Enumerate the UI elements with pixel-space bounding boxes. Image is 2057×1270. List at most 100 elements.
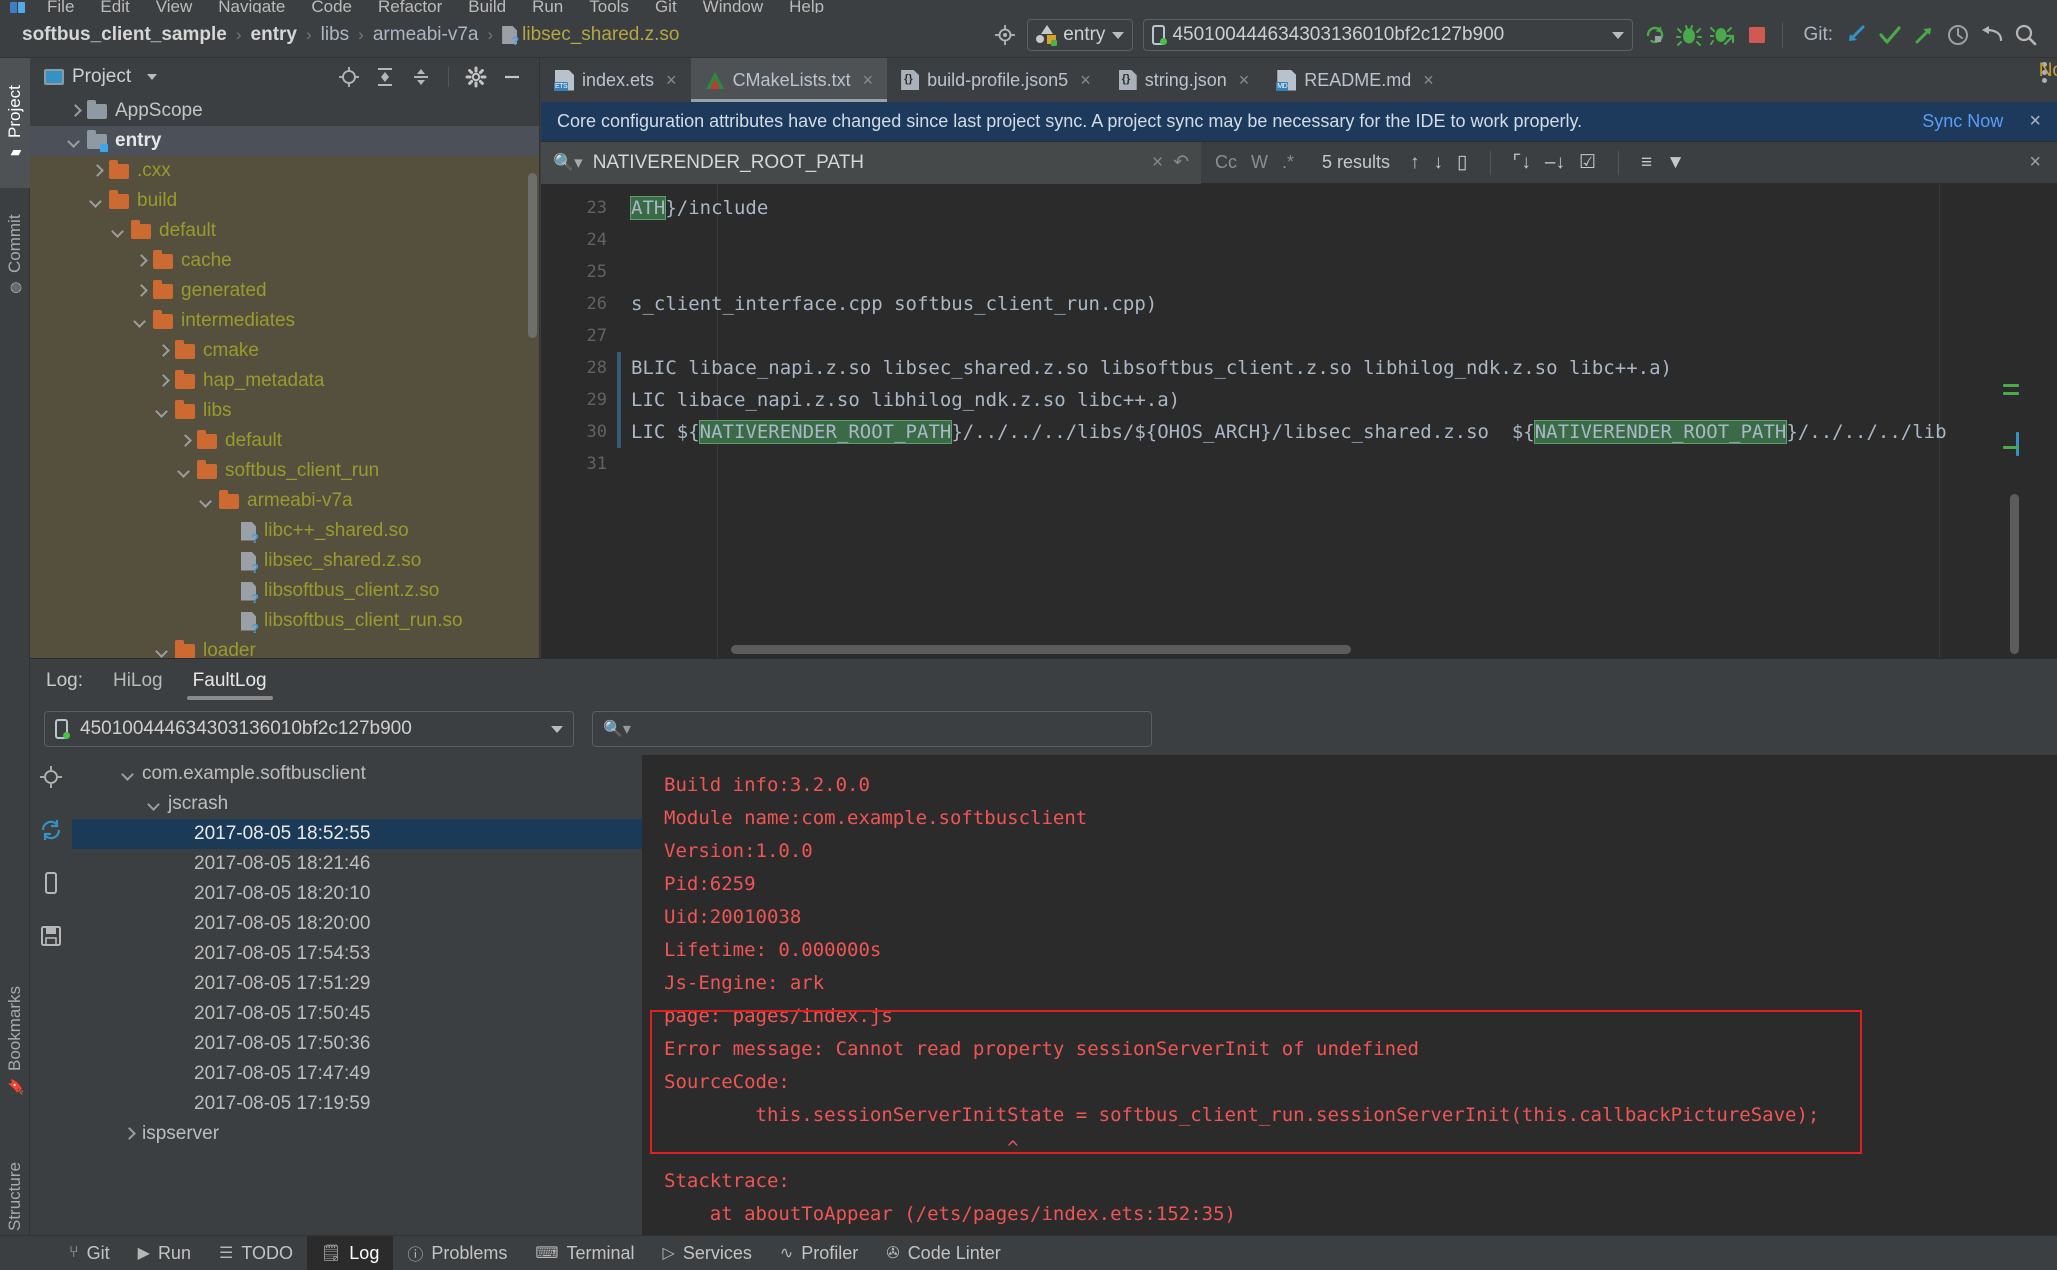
- chevron-down-icon[interactable]: [66, 132, 84, 150]
- project-tree-scrollbar[interactable]: [528, 173, 537, 338]
- locate-icon[interactable]: [39, 765, 63, 794]
- rerun-icon[interactable]: [1638, 19, 1672, 51]
- fault-log-content[interactable]: Build info:3.2.0.0 Module name:com.exampl…: [642, 755, 2057, 1235]
- tree-row[interactable]: armeabi-v7a: [30, 486, 539, 516]
- git-update-icon[interactable]: [1839, 19, 1873, 51]
- chevron-right-icon[interactable]: [88, 162, 106, 180]
- tree-row[interactable]: libc++_shared.so: [30, 516, 539, 546]
- statusbar-item-run[interactable]: ▶ Run: [124, 1236, 205, 1270]
- run-configuration-selector[interactable]: entry: [1027, 19, 1134, 51]
- clear-search-icon[interactable]: ×: [1152, 152, 1163, 174]
- tree-row[interactable]: AppScope: [30, 96, 539, 126]
- breadcrumb-project[interactable]: softbus_client_sample: [22, 24, 227, 46]
- statusbar-item-services[interactable]: ▷ Services: [649, 1236, 766, 1270]
- code-line[interactable]: LIC libace_napi.z.so libhilog_ndk.z.so l…: [621, 384, 2057, 416]
- tree-row[interactable]: cmake: [30, 336, 539, 366]
- editor-tab[interactable]: string.json ×: [1105, 58, 1264, 102]
- add-line-above-icon[interactable]: ⌜​↓: [1513, 151, 1531, 174]
- save-icon[interactable]: [39, 924, 63, 953]
- statusbar-item-log[interactable]: 🗒 Log: [306, 1235, 394, 1270]
- git-push-icon[interactable]: [1907, 19, 1941, 51]
- statusbar-item-todo[interactable]: ☰ TODO: [205, 1236, 307, 1270]
- chevron-down-icon[interactable]: [176, 462, 194, 480]
- tree-row[interactable]: build: [30, 186, 539, 216]
- menu-build[interactable]: Build: [455, 0, 519, 13]
- select-lines-icon[interactable]: ☑: [1579, 151, 1596, 174]
- code-line[interactable]: [621, 256, 2057, 288]
- stop-icon[interactable]: [1740, 19, 1774, 51]
- match-case-toggle[interactable]: Cc: [1215, 152, 1237, 173]
- chevron-right-icon[interactable]: [132, 252, 150, 270]
- device-selector[interactable]: 450100444634303136010bf2c127b900: [1143, 19, 1634, 51]
- chevron-right-icon[interactable]: [132, 282, 150, 300]
- log-search-input[interactable]: 🔍▾: [592, 711, 1152, 747]
- sidebar-item-bookmarks[interactable]: 🔖 Bookmarks: [0, 958, 30, 1123]
- chevron-right-icon[interactable]: [66, 102, 84, 120]
- close-tab-icon[interactable]: ×: [666, 70, 677, 91]
- statusbar-item-profiler[interactable]: ∿ Profiler: [766, 1236, 872, 1270]
- tree-row[interactable]: intermediates: [30, 306, 539, 336]
- menu-view[interactable]: View: [143, 0, 206, 13]
- regex-toggle[interactable]: .*: [1282, 152, 1294, 173]
- target-icon[interactable]: [988, 19, 1022, 51]
- editor-horizontal-scrollbar[interactable]: [731, 645, 1351, 654]
- code-content[interactable]: ATH}/include s_client_interface.cpp softb…: [621, 184, 2057, 658]
- tree-row[interactable]: loader: [30, 636, 539, 658]
- tree-row[interactable]: libsec_shared.z.so: [30, 546, 539, 576]
- close-icon[interactable]: ×: [2029, 110, 2041, 133]
- breadcrumb-file[interactable]: libsec_shared.z.so: [522, 24, 679, 46]
- menu-navigate[interactable]: Navigate: [205, 0, 298, 13]
- chevron-down-icon[interactable]: [198, 492, 216, 510]
- close-tab-icon[interactable]: ×: [863, 70, 874, 91]
- locate-icon[interactable]: [332, 61, 366, 93]
- code-line[interactable]: [621, 448, 2057, 480]
- menu-git[interactable]: Git: [642, 0, 690, 13]
- menu-edit[interactable]: Edit: [87, 0, 142, 13]
- select-all-occurrences-icon[interactable]: ▯: [1457, 151, 1467, 174]
- statusbar-item-git[interactable]: ⑂ Git: [55, 1236, 124, 1270]
- sync-now-link[interactable]: Sync Now: [1922, 111, 2003, 132]
- project-file-tree[interactable]: AppScope entry .cxx build default cache genera…: [30, 96, 539, 658]
- tree-row[interactable]: libsoftbus_client_run.so: [30, 606, 539, 636]
- chevron-down-icon[interactable]: [147, 74, 158, 80]
- git-commit-icon[interactable]: [1873, 19, 1907, 51]
- list-item[interactable]: ispserver: [72, 1119, 642, 1149]
- find-input[interactable]: NATIVERENDER_ROOT_PATH: [593, 152, 1142, 174]
- tab-faultlog[interactable]: FaultLog: [186, 662, 273, 700]
- breadcrumb-module[interactable]: entry: [251, 24, 297, 46]
- tree-row[interactable]: hap_metadata: [30, 366, 539, 396]
- list-item[interactable]: 2017-08-05 17:50:45: [72, 999, 642, 1029]
- code-line[interactable]: ATH}/include: [621, 192, 2057, 224]
- chevron-down-icon[interactable]: [110, 222, 128, 240]
- tree-row[interactable]: generated: [30, 276, 539, 306]
- tree-row[interactable]: cache: [30, 246, 539, 276]
- tab-hilog[interactable]: HiLog: [111, 662, 165, 700]
- menu-tools[interactable]: Tools: [576, 0, 642, 13]
- filter-icon[interactable]: ▼: [1666, 152, 1685, 174]
- code-editor[interactable]: 23 24 25 26 27 28 29 30 31 ATH}/include s_client_…: [541, 184, 2057, 658]
- breadcrumb-libs[interactable]: libs: [321, 24, 350, 46]
- search-everywhere-icon[interactable]: [2009, 19, 2043, 51]
- close-tab-icon[interactable]: ×: [1423, 70, 1434, 91]
- chevron-right-icon[interactable]: [120, 1125, 138, 1143]
- menu-help[interactable]: Help: [776, 0, 837, 13]
- add-line-below-icon[interactable]: ‒​↓: [1545, 152, 1565, 174]
- gear-icon[interactable]: [459, 61, 493, 93]
- statusbar-item-problems[interactable]: ⓘ Problems: [393, 1236, 521, 1270]
- hide-panel-icon[interactable]: [495, 61, 529, 93]
- list-item[interactable]: 2017-08-05 17:47:49: [72, 1059, 642, 1089]
- code-line[interactable]: BLIC libace_napi.z.so libsec_shared.z.so…: [621, 352, 2057, 384]
- chevron-right-icon[interactable]: [176, 432, 194, 450]
- editor-tab[interactable]: build-profile.json5 ×: [887, 58, 1105, 102]
- tree-row[interactable]: default: [30, 216, 539, 246]
- close-tab-icon[interactable]: ×: [1080, 70, 1091, 91]
- sort-icon[interactable]: ≡: [1641, 152, 1652, 174]
- code-line[interactable]: [621, 320, 2057, 352]
- tree-row[interactable]: softbus_client_run: [30, 456, 539, 486]
- search-history-icon[interactable]: ↶: [1173, 151, 1189, 174]
- code-line[interactable]: [621, 224, 2057, 256]
- editor-tab[interactable]: README.md ×: [1263, 58, 1448, 102]
- chevron-right-icon[interactable]: [154, 342, 172, 360]
- list-item[interactable]: 2017-08-05 17:54:53: [72, 939, 642, 969]
- chevron-right-icon[interactable]: [154, 372, 172, 390]
